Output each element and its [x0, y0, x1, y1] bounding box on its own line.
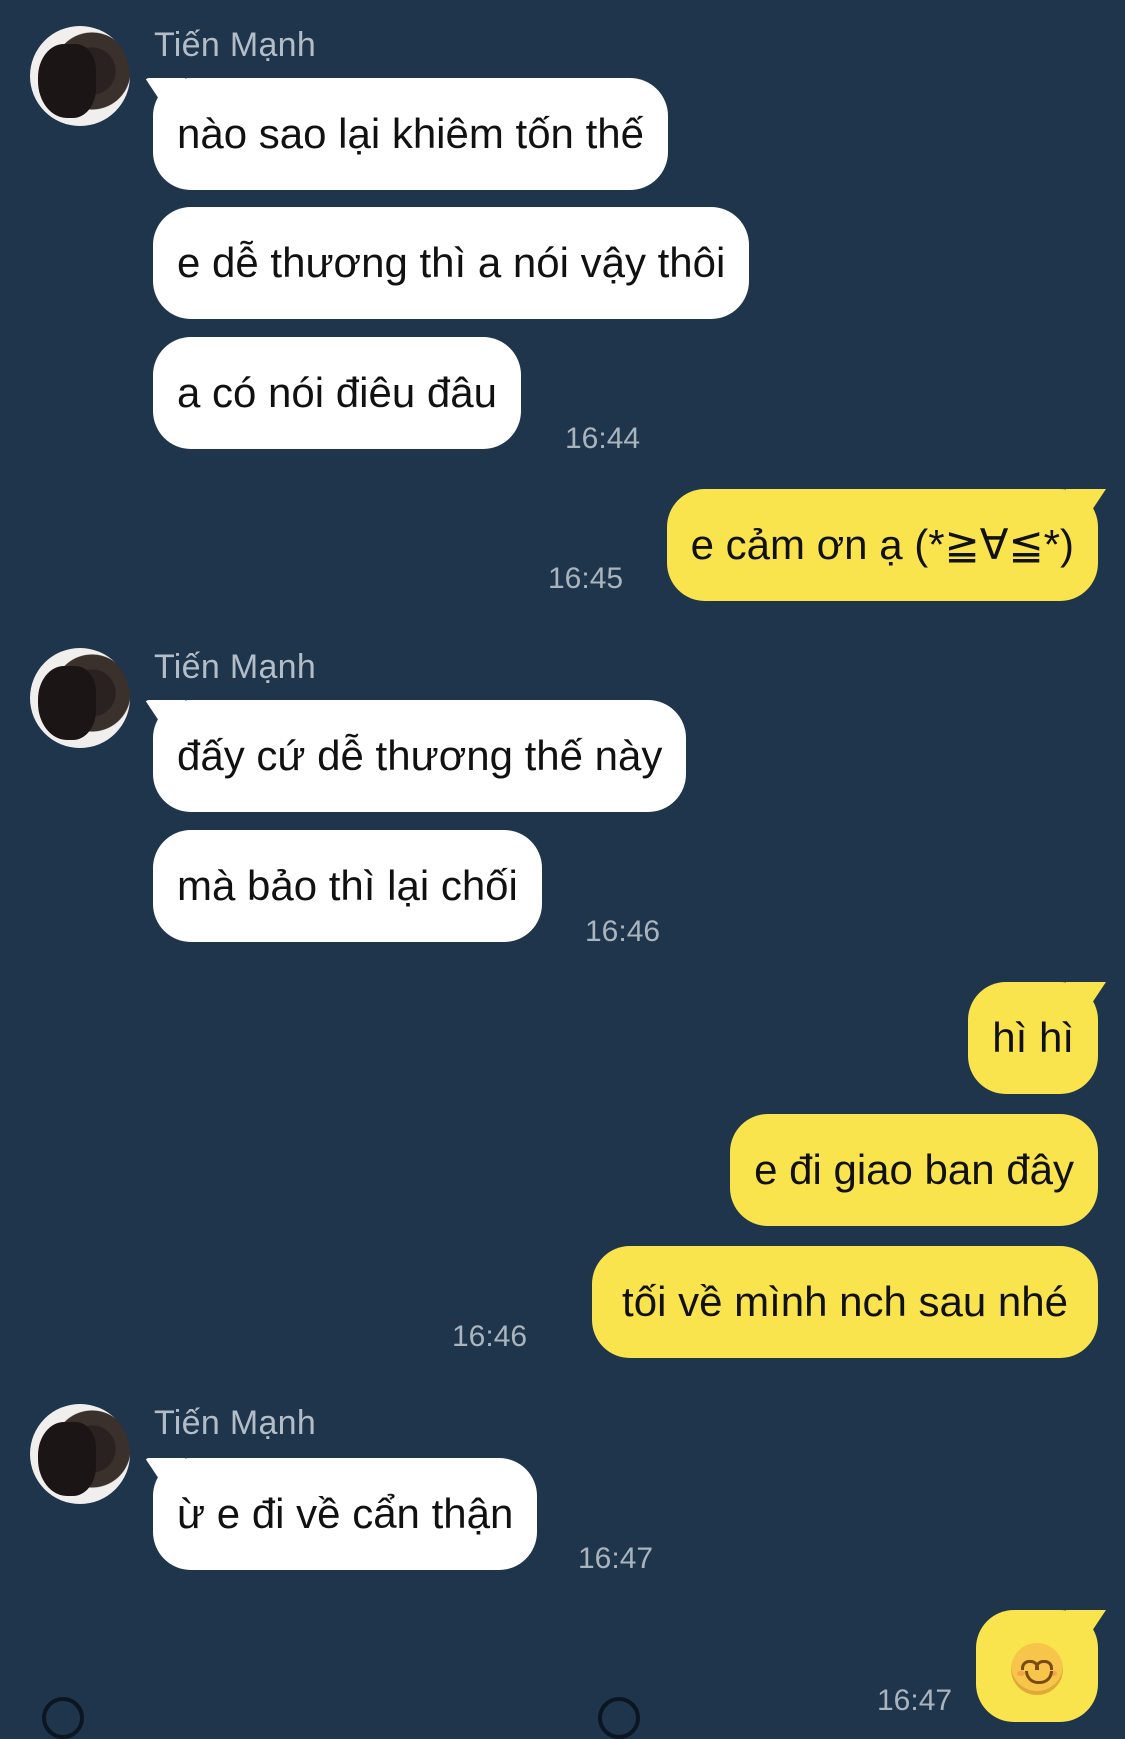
message-timestamp: 16:44 — [565, 422, 641, 455]
outgoing-message-bubble[interactable]: e đi giao ban đây — [730, 1114, 1098, 1226]
message-timestamp: 16:46 — [585, 915, 661, 948]
outgoing-message-bubble[interactable]: e cảm ơn ạ (*≧∀≦*) — [666, 489, 1098, 601]
message-timestamp: 16:45 — [548, 562, 624, 595]
smiling-face-icon — [1011, 1642, 1063, 1695]
message-timestamp: 16:47 — [877, 1684, 953, 1717]
message-timestamp: 16:47 — [578, 1542, 654, 1575]
incoming-message-bubble[interactable]: mà bảo thì lại chối — [153, 830, 542, 942]
incoming-message-bubble[interactable]: ừ e đi về cẩn thận — [153, 1458, 538, 1570]
message-timestamp: 16:46 — [452, 1320, 528, 1353]
sender-name: Tiến Mạnh — [154, 26, 317, 64]
outgoing-emoji-bubble[interactable] — [976, 1610, 1098, 1722]
partial-icon — [42, 1697, 84, 1739]
incoming-message-bubble[interactable]: e dễ thương thì a nói vậy thôi — [153, 207, 750, 319]
partial-icon — [598, 1697, 640, 1739]
sender-avatar[interactable] — [30, 26, 130, 126]
incoming-message-bubble[interactable]: đấy cứ dễ thương thế này — [153, 700, 687, 812]
outgoing-message-bubble[interactable]: hì hì — [968, 982, 1098, 1094]
sender-avatar[interactable] — [30, 1404, 130, 1504]
outgoing-message-bubble[interactable]: tối về mình nch sau nhé — [592, 1246, 1098, 1358]
incoming-message-bubble[interactable]: nào sao lại khiêm tốn thế — [153, 78, 668, 190]
sender-name: Tiến Mạnh — [154, 1404, 317, 1442]
sender-name: Tiến Mạnh — [154, 648, 317, 686]
sender-avatar[interactable] — [30, 648, 130, 748]
incoming-message-bubble[interactable]: a có nói điêu đâu — [153, 337, 521, 449]
